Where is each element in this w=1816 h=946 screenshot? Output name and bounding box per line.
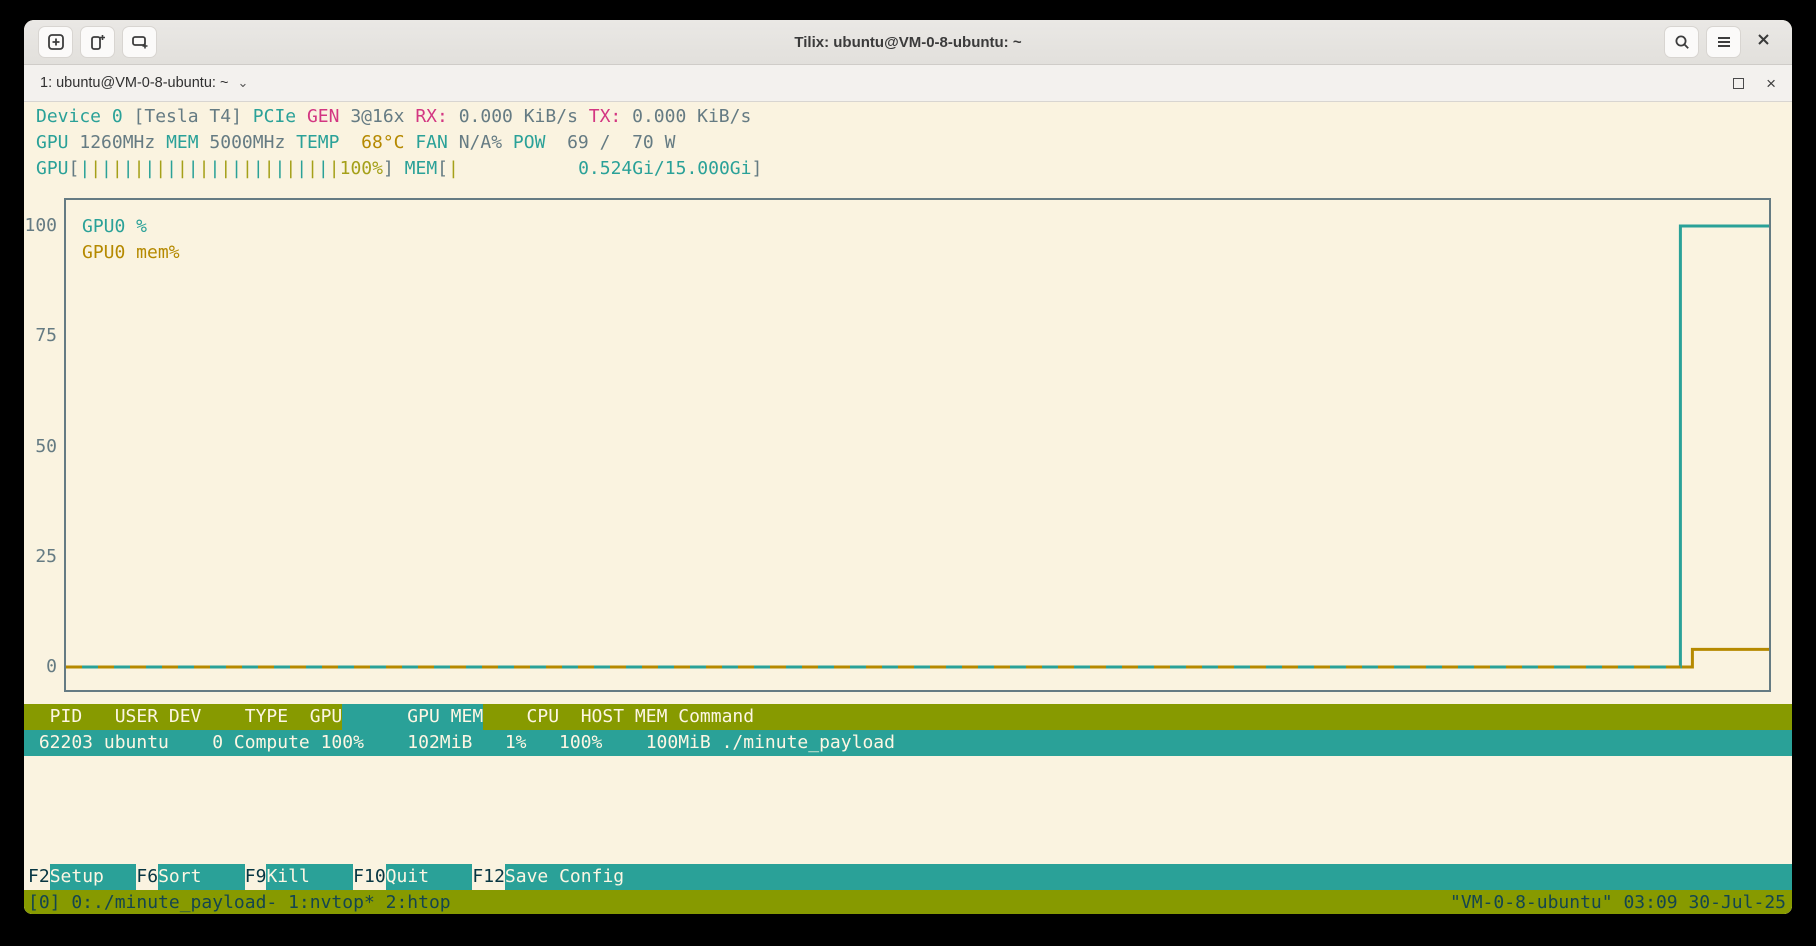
meter-pipe: | [134, 158, 145, 179]
titlebar-left-buttons [38, 26, 157, 58]
titlebar: Tilix: ubuntu@VM-0-8-ubuntu: ~ [24, 20, 1792, 65]
fkey-f10-action[interactable]: Quit [386, 864, 473, 890]
add-terminal-right-icon [89, 33, 107, 51]
meter-pipe: | [79, 158, 90, 179]
gpu-chart-plot: GPU0 %GPU0 mem% [64, 198, 1771, 692]
fkey-f2[interactable]: F2 [28, 864, 50, 890]
meter-pipe: | [242, 158, 253, 179]
gpu-chart-legend: GPU0 %GPU0 mem% [82, 214, 180, 266]
tab-bar: 1: ubuntu@VM-0-8-ubuntu: ~ ⌄ × [24, 65, 1792, 102]
legend-gpu0-mem-: GPU0 mem% [82, 240, 180, 266]
device-info-line: Device 0 [Tesla T4] PCIe GEN 3@16x RX: 0… [24, 104, 1792, 130]
fkey-f6[interactable]: F6 [136, 864, 158, 890]
fkey-f10[interactable]: F10 [353, 864, 386, 890]
meter-pipe: | [144, 158, 155, 179]
fkey-bar: F2Setup F6Sort F9Kill F10Quit F12Save Co… [24, 864, 1792, 890]
meter-pipe: | [177, 158, 188, 179]
y-axis-tick-25: 25 [24, 544, 57, 570]
fkey-f2-action[interactable]: Setup [50, 864, 137, 890]
meter-pipe: | [188, 158, 199, 179]
tab-session-label[interactable]: 1: ubuntu@VM-0-8-ubuntu: ~ [40, 75, 228, 91]
hamburger-menu-icon [1715, 33, 1733, 51]
series-gpu0- [66, 226, 1769, 667]
new-session-button[interactable] [38, 26, 73, 58]
fkey-f12[interactable]: F12 [472, 864, 505, 890]
meter-pipe: | [199, 158, 210, 179]
fkey-f9[interactable]: F9 [245, 864, 267, 890]
meter-pipe: | [253, 158, 264, 179]
meter-pipe: | [275, 158, 286, 179]
clock-temp-power-line: GPU 1260MHz MEM 5000MHz TEMP 68°C FAN N/… [24, 130, 1792, 156]
terminal-empty-area [24, 756, 1792, 864]
fkey-f12-action[interactable]: Save Config [505, 864, 624, 890]
search-button[interactable] [1664, 26, 1699, 58]
meter-pipe: | [90, 158, 101, 179]
process-table-header: PID USER DEV TYPE GPU GPU MEM CPU HOST M… [24, 704, 1792, 730]
meter-pipe: | [155, 158, 166, 179]
meter-pipe: | [318, 158, 329, 179]
y-axis-tick-0: 0 [24, 654, 57, 680]
new-session-icon [47, 33, 65, 51]
tab-controls: × [1733, 75, 1776, 92]
gpu-mem-meter-line: GPU[||||||||||||||||||||||||100%] MEM[| … [24, 156, 1792, 182]
chevron-down-icon[interactable]: ⌄ [237, 75, 248, 91]
meter-pipe: | [329, 158, 340, 179]
menu-button[interactable] [1706, 26, 1741, 58]
add-terminal-down-button[interactable] [122, 26, 157, 58]
gpu-chart-svg [66, 200, 1769, 690]
series-gpu0-mem- [66, 649, 1769, 667]
meter-pipe: | [101, 158, 112, 179]
fkey-bar-fill [624, 864, 1792, 890]
titlebar-right-buttons [1664, 26, 1778, 58]
tmux-status-bar: [0] 0:./minute_payload- 1:nvtop* 2:htop … [24, 890, 1792, 914]
fkey-f6-action[interactable]: Sort [158, 864, 245, 890]
add-terminal-right-button[interactable] [80, 26, 115, 58]
meter-pipe: | [123, 158, 134, 179]
y-axis-tick-75: 75 [24, 323, 57, 349]
meter-pipe: | [296, 158, 307, 179]
window-title: Tilix: ubuntu@VM-0-8-ubuntu: ~ [24, 34, 1792, 51]
gpu-chart: 100 75 50 25 0 GPU0 %GPU0 mem% [24, 182, 1792, 704]
tmux-window-list: [0] 0:./minute_payload- 1:nvtop* 2:htop [28, 890, 451, 914]
gpu-chart-yaxis: 100 75 50 25 0 [24, 198, 60, 692]
tmux-host-datetime: "VM-0-8-ubuntu" 03:09 30-Jul-25 [1450, 890, 1786, 914]
meter-pipe: | [209, 158, 220, 179]
process-table-row: 62203 ubuntu 0 Compute 100% 102MiB 1% 10… [24, 730, 1792, 756]
tab-close-icon[interactable]: × [1766, 75, 1776, 92]
legend-gpu0-: GPU0 % [82, 214, 180, 240]
y-axis-tick-50: 50 [24, 434, 57, 460]
window-close-icon [1756, 32, 1771, 52]
window-close-button[interactable] [1748, 27, 1778, 57]
y-axis-tick-100: 100 [24, 213, 57, 239]
meter-pipe: | [264, 158, 275, 179]
meter-pipe: | [285, 158, 296, 179]
fkey-f9-action[interactable]: Kill [266, 864, 353, 890]
tilix-window: Tilix: ubuntu@VM-0-8-ubuntu: ~ [24, 20, 1792, 914]
meter-pipe: | [220, 158, 231, 179]
search-icon [1673, 33, 1691, 51]
terminal: Device 0 [Tesla T4] PCIe GEN 3@16x RX: 0… [24, 102, 1792, 914]
meter-pipe: | [112, 158, 123, 179]
meter-pipe: | [231, 158, 242, 179]
meter-pipe: | [307, 158, 318, 179]
tab-restore-icon[interactable] [1733, 78, 1744, 89]
meter-pipe: | [166, 158, 177, 179]
add-terminal-down-icon [131, 33, 149, 51]
